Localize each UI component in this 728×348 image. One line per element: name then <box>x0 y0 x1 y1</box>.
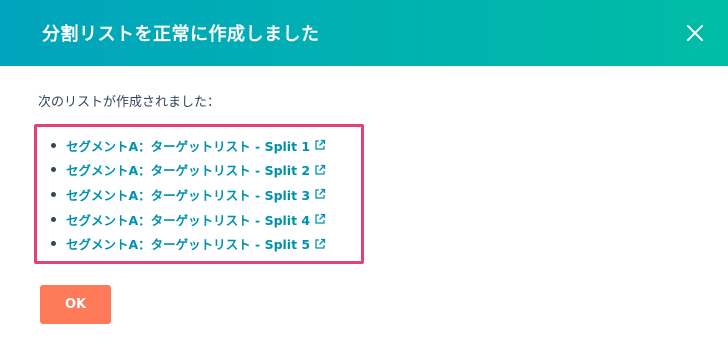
external-link-icon[interactable] <box>314 238 326 250</box>
list-link-split-3[interactable]: セグメントA：ターゲットリスト - Split 3 <box>66 185 310 204</box>
external-link-icon[interactable] <box>314 139 326 151</box>
created-lists: セグメントA：ターゲットリスト - Split 1 セグメントA：ターゲットリス… <box>51 133 361 256</box>
bullet-icon <box>51 142 56 148</box>
bullet-icon <box>51 241 56 247</box>
external-link-icon[interactable] <box>314 188 326 200</box>
ok-button[interactable]: OK <box>40 285 111 324</box>
list-link-split-5[interactable]: セグメントA：ターゲットリスト - Split 5 <box>66 234 310 253</box>
dialog-body: 次のリストが作成されました： セグメントA：ターゲットリスト - Split 1… <box>0 94 728 264</box>
list-item: セグメントA：ターゲットリスト - Split 2 <box>51 158 361 183</box>
list-item: セグメントA：ターゲットリスト - Split 3 <box>51 182 361 207</box>
external-link-icon[interactable] <box>314 164 326 176</box>
bullet-icon <box>51 167 56 173</box>
bullet-icon <box>51 216 56 222</box>
dialog-header: 分割リストを正常に作成しました <box>0 0 728 66</box>
bullet-icon <box>51 191 56 197</box>
external-link-icon[interactable] <box>314 213 326 225</box>
intro-text: 次のリストが作成されました： <box>38 95 221 110</box>
list-item: セグメントA：ターゲットリスト - Split 1 <box>51 133 361 158</box>
list-link-split-2[interactable]: セグメントA：ターゲットリスト - Split 2 <box>66 160 310 179</box>
list-link-split-1[interactable]: セグメントA：ターゲットリスト - Split 1 <box>66 136 310 155</box>
list-item: セグメントA：ターゲットリスト - Split 4 <box>51 207 361 232</box>
list-link-split-4[interactable]: セグメントA：ターゲットリスト - Split 4 <box>66 210 310 229</box>
dialog-title: 分割リストを正常に作成しました <box>42 24 320 45</box>
success-dialog: 分割リストを正常に作成しました 次のリストが作成されました： セグメントA：ター… <box>0 0 728 348</box>
created-lists-highlight: セグメントA：ターゲットリスト - Split 1 セグメントA：ターゲットリス… <box>34 124 364 264</box>
close-icon[interactable] <box>682 20 708 46</box>
list-item: セグメントA：ターゲットリスト - Split 5 <box>51 231 361 256</box>
